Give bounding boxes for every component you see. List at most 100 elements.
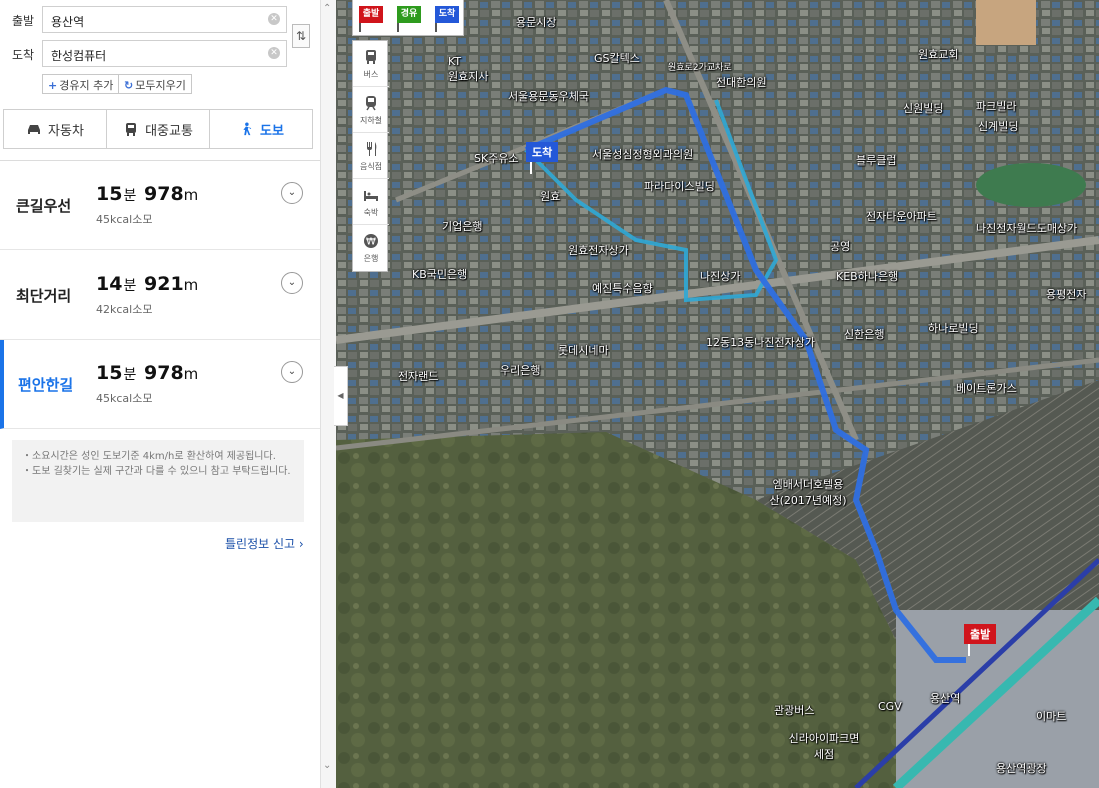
map-label: 전자타운아파트	[866, 210, 937, 223]
clear-all-label: 모두지우기	[135, 79, 186, 92]
map-label: 신원빌딩	[903, 102, 944, 115]
route-name: 최단거리	[16, 287, 72, 305]
notice-box: ・소요시간은 성인 도보기준 4km/h로 환산하여 제공됩니다. ・도보 길찾…	[12, 440, 304, 522]
destination-clear-icon[interactable]: ✕	[268, 47, 280, 59]
category-lodging[interactable]: 숙박	[353, 179, 389, 225]
transport-mode-tabs: 자동차 대중교통 도보	[3, 109, 313, 149]
route-kcal: 45kcal소모	[96, 213, 153, 226]
tab-car[interactable]: 자동차	[4, 110, 107, 148]
destination-label: 도착	[12, 48, 35, 62]
map-label: 나진전자월드도매상가	[976, 222, 1078, 235]
end-flag-icon[interactable]: 도착	[435, 6, 459, 32]
route-time: 14분	[96, 273, 137, 295]
map-label: 원효전자상가	[568, 244, 629, 257]
tab-transit[interactable]: 대중교통	[107, 110, 210, 148]
restaurant-icon	[367, 142, 377, 156]
map-label: 롯데시네마	[558, 344, 609, 357]
notice-line: ・도보 길찾기는 실제 구간과 다를 수 있으니 참고 부탁드립니다.	[22, 466, 291, 477]
map-label: 신계빌딩	[978, 120, 1019, 133]
route-distance: 921m	[144, 273, 199, 295]
route-kcal: 45kcal소모	[96, 392, 153, 405]
route-option-main-road[interactable]: 큰길우선 15분 978m 45kcal소모 ⌄	[0, 161, 320, 250]
map-label: 용산역광장	[996, 762, 1047, 775]
map-label: 우리은행	[500, 364, 541, 377]
route-option-comfortable[interactable]: 편안한길 15분 978m 45kcal소모 ⌄	[0, 340, 320, 429]
map-label: 엠배서더호텔용산(2017년예정)	[769, 478, 847, 507]
category-bus[interactable]: 버스	[353, 41, 389, 87]
category-bank[interactable]: ₩ 은행	[353, 225, 389, 271]
car-icon	[28, 125, 41, 134]
route-distance: 978m	[144, 362, 199, 384]
map-label: 블루클럽	[856, 154, 897, 167]
destination-marker[interactable]: 도착	[526, 142, 559, 174]
route-time: 15분	[96, 183, 137, 205]
route-time: 15분	[96, 362, 137, 384]
chevron-down-icon[interactable]: ⌄	[281, 182, 303, 204]
tab-walk[interactable]: 도보	[210, 110, 312, 148]
map-label: KB국민은행	[412, 268, 468, 281]
origin-marker[interactable]: 출발	[964, 624, 997, 656]
map-label: 신라아이파크면세점	[788, 732, 860, 761]
map-label: 전대한의원	[716, 76, 767, 89]
scroll-down-icon[interactable]: ⌄	[323, 760, 331, 771]
notice-line: ・소요시간은 성인 도보기준 4km/h로 환산하여 제공됩니다.	[22, 451, 276, 462]
map-view[interactable]: 용문시장 GS칼텍스 원효교회 KT 원효지사 원효로2가교차로 전대한의원 서…	[336, 0, 1099, 788]
poi-category-bar: 버스 지하철 음식점 숙박 ₩ 은행	[352, 40, 389, 272]
route-kcal: 42kcal소모	[96, 303, 153, 316]
map-label: 서울용문동우체국	[508, 90, 589, 103]
tab-transit-label: 대중교통	[145, 123, 193, 139]
map-label: 신한은행	[844, 328, 885, 341]
collapse-panel-button[interactable]: ◀	[334, 366, 348, 426]
map-label: CGV	[878, 700, 902, 713]
map-label: 12동13동나진전자상가	[706, 336, 815, 349]
route-option-shortest[interactable]: 최단거리 14분 921m 42kcal소모 ⌄	[0, 251, 320, 340]
map-label: 전자랜드	[398, 370, 439, 383]
destination-row: 도착 한성컴퓨터 ✕	[0, 40, 320, 68]
bank-icon: ₩	[364, 234, 378, 248]
add-waypoint-button[interactable]: + 경유지 추가	[42, 74, 120, 94]
map-label: 하나로빌딩	[928, 322, 979, 335]
chevron-down-icon[interactable]: ⌄	[281, 361, 303, 383]
map-label: 나진상가	[700, 270, 741, 283]
route-distance: 978m	[144, 183, 199, 205]
map-label: 원효로2가교차로	[668, 63, 732, 73]
chevron-down-icon[interactable]: ⌄	[281, 272, 303, 294]
map-label: 이마트	[1036, 710, 1067, 723]
map-label: GS칼텍스	[594, 52, 640, 65]
scroll-up-icon[interactable]: ⌃	[323, 3, 331, 14]
category-restaurant[interactable]: 음식점	[353, 133, 389, 179]
destination-input[interactable]: 한성컴퓨터	[42, 40, 287, 67]
origin-clear-icon[interactable]: ✕	[268, 13, 280, 25]
swap-route-icon[interactable]: ⇅	[292, 24, 310, 48]
tab-car-label: 자동차	[48, 123, 84, 139]
map-label: KT	[448, 55, 462, 68]
tab-walk-label: 도보	[260, 123, 284, 139]
bed-icon	[364, 191, 378, 201]
map-label: 기업은행	[442, 220, 483, 233]
map-label: KEB하나은행	[836, 270, 899, 283]
category-subway[interactable]: 지하철	[353, 87, 389, 133]
map-label: 용문시장	[516, 16, 557, 29]
map-label: 서울성심정형외과의원	[592, 148, 694, 161]
map-label: 원효지사	[448, 70, 489, 83]
bus-icon	[366, 50, 376, 64]
route-name: 큰길우선	[16, 197, 72, 215]
map-label: 파크빌라	[976, 100, 1017, 113]
add-waypoint-label: 경유지 추가	[59, 79, 114, 92]
map-label: 공영	[830, 240, 851, 253]
map-label: 관광버스	[774, 704, 815, 717]
start-flag-icon[interactable]: 출발	[359, 6, 383, 32]
map-label: 용평전자	[1046, 288, 1087, 301]
route-name: 편안한길	[18, 376, 74, 394]
refresh-icon: ↻	[124, 79, 134, 92]
map-label: 파라다이스빌딩	[644, 180, 715, 193]
map-label: SK주유소	[474, 152, 519, 165]
waypoint-flag-icon[interactable]: 경유	[397, 6, 421, 32]
report-error-link[interactable]: 틀린정보 신고 ›	[225, 535, 304, 552]
origin-input[interactable]: 용산역	[42, 6, 287, 33]
clear-all-button[interactable]: ↻ 모두지우기	[118, 74, 192, 94]
plus-icon: +	[48, 79, 58, 92]
origin-label: 출발	[12, 14, 35, 28]
marker-toolbox: 출발 경유 도착	[352, 0, 464, 36]
map-label: 원효	[540, 190, 561, 203]
